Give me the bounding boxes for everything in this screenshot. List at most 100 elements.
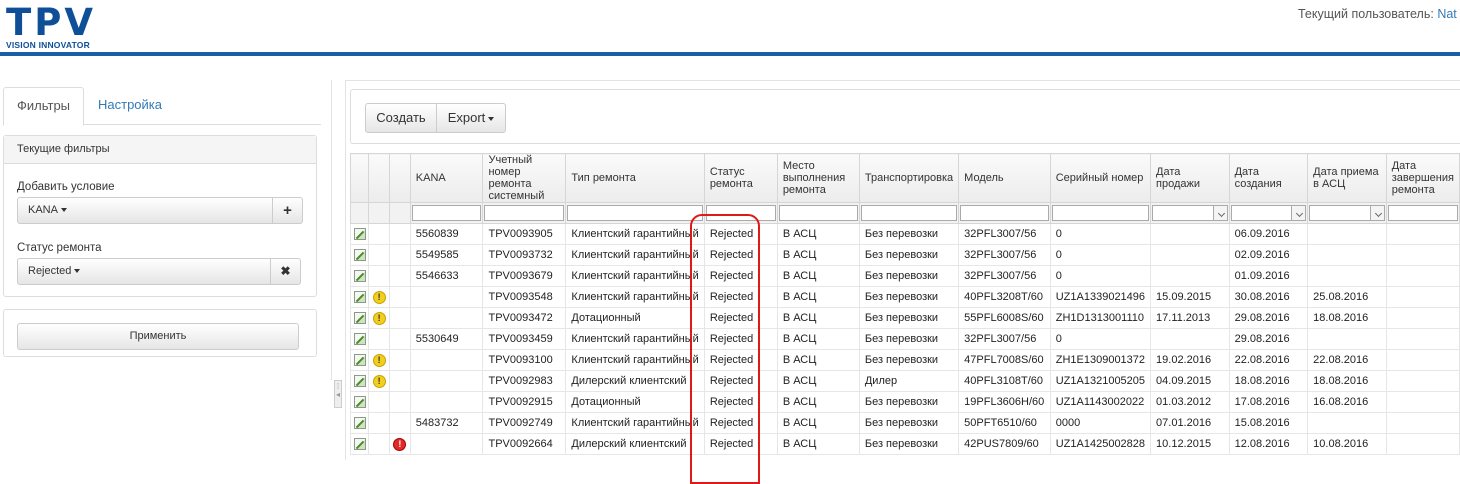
column-filter-input[interactable] [1387, 205, 1458, 221]
column-filter-input[interactable] [778, 205, 858, 221]
table-cell: 15.08.2016 [1228, 412, 1309, 434]
table-cell: TPV0093732 [482, 244, 567, 266]
table-cell: 5530649 [409, 328, 484, 350]
edit-icon[interactable] [353, 333, 366, 346]
table-row[interactable]: TPV0092915 Дотационный Rejected В АСЦ Без пе… [349, 391, 1460, 413]
edit-icon[interactable] [353, 228, 366, 241]
table-row[interactable]: ! TPV0092664 Дилерский клиентский Rejected В… [349, 433, 1460, 455]
edit-icon[interactable] [353, 396, 366, 409]
table-row[interactable]: ! TPV0092983 Дилерский клиентский Rejected В… [349, 370, 1460, 392]
create-button[interactable]: Создать [365, 103, 437, 133]
edit-cell[interactable] [349, 349, 370, 371]
export-button[interactable]: Export [436, 103, 506, 133]
edit-icon[interactable] [353, 438, 366, 451]
table-cell: В АСЦ [776, 349, 860, 371]
column-filter-input[interactable] [411, 205, 482, 221]
apply-button[interactable]: Применить [17, 323, 299, 350]
panel-splitter-handle[interactable]: ⁞ ◂ [334, 380, 342, 408]
column-filter-cell [776, 202, 860, 224]
table-row[interactable]: 5546633 TPV0093679 Клиентский гарантийный R… [349, 265, 1460, 287]
table-cell: 42PUS7809/60 [958, 433, 1051, 455]
edit-icon[interactable] [353, 417, 366, 430]
table-row[interactable]: ! TPV0093100 Клиентский гарантийный Rejecte… [349, 349, 1460, 371]
table-cell [409, 433, 484, 455]
table-cell: 32PFL3007/56 [958, 265, 1051, 287]
table-row[interactable]: 5560839 TPV0093905 Клиентский гарантийный R… [349, 223, 1460, 245]
edit-cell[interactable] [349, 391, 370, 413]
current-user-label: Текущий пользователь: [1298, 7, 1434, 21]
current-user-link[interactable]: Nat [1437, 7, 1456, 21]
column-header[interactable]: Серийный номер [1049, 153, 1152, 203]
remove-condition-button[interactable]: ✖ [270, 258, 301, 285]
edit-icon[interactable] [353, 354, 366, 367]
column-filter-select[interactable] [1309, 205, 1385, 221]
edit-cell[interactable] [349, 265, 370, 287]
column-filter-input[interactable] [860, 205, 958, 221]
edit-icon[interactable] [353, 312, 366, 325]
table-row[interactable]: ! TPV0093472 Дотационный Rejected В АСЦ Без п… [349, 307, 1460, 329]
edit-cell[interactable] [349, 244, 370, 266]
table-cell: TPV0093472 [482, 307, 567, 329]
add-condition-dropdown[interactable]: KANA [17, 197, 273, 224]
repair-status-dropdown[interactable]: Rejected [17, 258, 271, 285]
column-filter-input[interactable] [1051, 205, 1150, 221]
column-header[interactable]: Тип ремонта [565, 153, 705, 203]
close-icon: ✖ [280, 264, 291, 278]
column-filter-input[interactable] [567, 205, 703, 221]
table-cell: Rejected [703, 244, 778, 266]
edit-icon[interactable] [353, 375, 366, 388]
edit-icon[interactable] [353, 291, 366, 304]
logo-main-text: TPV [6, 1, 96, 44]
edit-icon[interactable] [353, 270, 366, 283]
column-filter-cell [1307, 202, 1387, 224]
warning-cell [368, 265, 390, 287]
table-cell: 0 [1049, 328, 1152, 350]
edit-cell[interactable] [349, 412, 370, 434]
table-row[interactable]: 5549585 TPV0093732 Клиентский гарантийный R… [349, 244, 1460, 266]
table-cell: Дилерский клиентский [565, 370, 705, 392]
table-cell: В АСЦ [776, 433, 860, 455]
column-header[interactable]: KANA [409, 153, 484, 203]
edit-cell[interactable] [349, 433, 370, 455]
column-header[interactable]: Дата завершения ремонта [1385, 153, 1460, 203]
table-cell [1150, 223, 1230, 245]
table-cell: 18.08.2016 [1307, 307, 1387, 329]
column-header[interactable]: Учетный номер ремонта системный [482, 153, 567, 203]
table-cell: Без перевозки [858, 307, 960, 329]
add-condition-button[interactable]: + [272, 197, 303, 224]
warning-icon: ! [372, 374, 386, 388]
column-header[interactable]: Дата приема в АСЦ [1307, 153, 1387, 203]
edit-cell[interactable] [349, 328, 370, 350]
table-cell: 22.08.2016 [1228, 349, 1309, 371]
table-cell: Дилер [858, 370, 960, 392]
tab-filters[interactable]: Фильтры [3, 87, 85, 126]
edit-cell[interactable] [349, 286, 370, 308]
tab-settings[interactable]: Настройка [85, 87, 175, 125]
column-filter-select[interactable] [1152, 205, 1228, 221]
edit-cell[interactable] [349, 223, 370, 245]
column-filter-cell [565, 202, 705, 224]
table-row[interactable]: 5483732 TPV0092749 Клиентский гарантийный R… [349, 412, 1460, 434]
column-header[interactable]: Статус ремонта [703, 153, 778, 203]
table-row[interactable]: 5530649 TPV0093459 Клиентский гарантийный R… [349, 328, 1460, 350]
column-header[interactable]: Место выполнения ремонта [776, 153, 860, 203]
column-header[interactable]: Транспортировка [858, 153, 960, 203]
column-header[interactable] [389, 153, 411, 203]
column-filter-input[interactable] [960, 205, 1049, 221]
table-row[interactable]: ! TPV0093548 Клиентский гарантийный Rejecte… [349, 286, 1460, 308]
column-filter-input[interactable] [705, 205, 776, 221]
column-filter-input[interactable] [484, 205, 565, 221]
column-filter-select[interactable] [1230, 205, 1307, 221]
column-header[interactable] [368, 153, 390, 203]
column-header[interactable]: Дата продажи [1150, 153, 1230, 203]
table-cell: В АСЦ [776, 286, 860, 308]
edit-cell[interactable] [349, 307, 370, 329]
table-cell: TPV0093679 [482, 265, 567, 287]
edit-icon[interactable] [353, 249, 366, 262]
edit-cell[interactable] [349, 370, 370, 392]
table-cell: Дилерский клиентский [565, 433, 705, 455]
column-header[interactable] [349, 153, 370, 203]
column-header[interactable]: Дата создания [1228, 153, 1309, 203]
column-header[interactable]: Модель [958, 153, 1051, 203]
column-filter-cell [389, 202, 411, 224]
